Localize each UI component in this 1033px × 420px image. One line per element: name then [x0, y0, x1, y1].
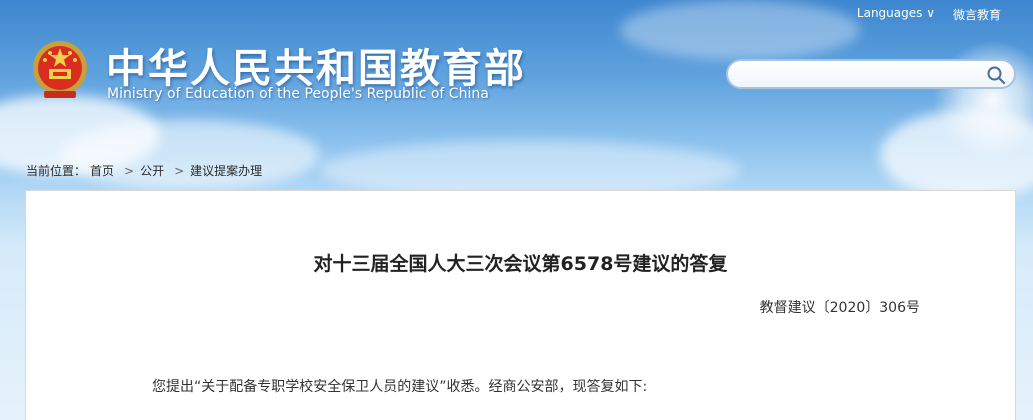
- article-panel: 对十三届全国人大三次会议第6578号建议的答复 教督建议〔2020〕306号 您…: [25, 190, 1016, 420]
- weibo-link[interactable]: 微言教育: [953, 6, 1001, 23]
- article-title: 对十三届全国人大三次会议第6578号建议的答复: [313, 253, 728, 275]
- national-emblem-icon[interactable]: [30, 38, 90, 102]
- breadcrumb-prefix: 当前位置：: [26, 164, 87, 178]
- breadcrumb-separator: >: [174, 164, 185, 178]
- search-icon[interactable]: [986, 65, 1006, 85]
- breadcrumb-item-home[interactable]: 首页: [90, 164, 114, 178]
- breadcrumb-item-public[interactable]: 公开: [140, 164, 164, 178]
- breadcrumb-item-proposals[interactable]: 建议提案办理: [190, 164, 262, 178]
- search-box: [726, 59, 1016, 89]
- document-number: 教督建议〔2020〕306号: [759, 300, 920, 316]
- top-links: Languages ∨ 微言教育: [857, 6, 1001, 23]
- breadcrumb-separator: >: [124, 164, 135, 178]
- breadcrumb: 当前位置： 首页 > 公开 > 建议提案办理: [26, 162, 266, 179]
- languages-link[interactable]: Languages ∨: [857, 6, 935, 23]
- site-subtitle: Ministry of Education of the People's Re…: [107, 86, 489, 102]
- article-paragraph: 您提出“关于配备专职学校安全保卫人员的建议”收悉。经商公安部，现答复如下:: [152, 379, 648, 395]
- search-input[interactable]: [740, 64, 980, 84]
